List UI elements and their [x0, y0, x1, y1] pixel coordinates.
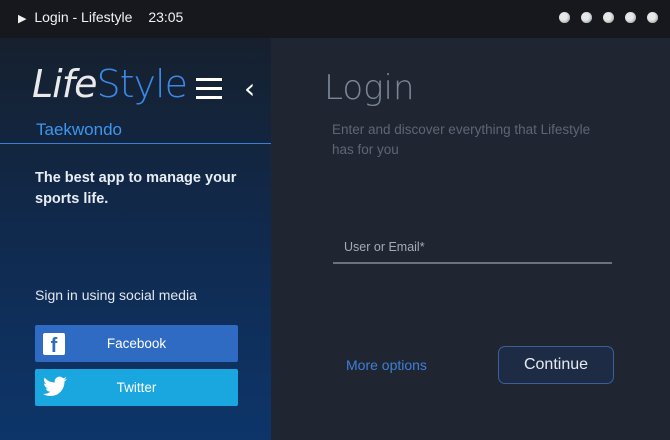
play-icon: ▶	[18, 13, 27, 25]
hamburger-menu-icon[interactable]	[196, 78, 222, 105]
divider	[0, 143, 271, 144]
continue-button[interactable]: Continue	[498, 346, 614, 384]
sport-subtitle: Taekwondo	[36, 120, 123, 139]
window-dot-icon[interactable]	[581, 12, 592, 23]
login-title: Login	[324, 68, 415, 108]
facebook-label: Facebook	[106, 336, 167, 351]
window-dot-icon[interactable]	[603, 12, 614, 23]
window-dot-icon[interactable]	[559, 12, 570, 23]
window-dot-icon[interactable]	[625, 12, 636, 23]
title-bar: ▶ Login - Lifestyle 23:05	[0, 0, 670, 38]
login-panel: Login Enter and discover everything that…	[271, 38, 670, 440]
login-description: Enter and discover everything that Lifes…	[332, 122, 591, 157]
window-controls	[559, 12, 658, 23]
sidebar: LifeStyle ‹ Taekwondo The best app to ma…	[0, 38, 271, 440]
window-title: ▶ Login - Lifestyle 23:05	[18, 9, 183, 25]
back-chevron-icon[interactable]: ‹	[244, 72, 255, 105]
app-logo: LifeStyle	[32, 62, 188, 106]
twitter-label: Twitter	[116, 380, 157, 395]
window-dot-icon[interactable]	[647, 12, 658, 23]
twitter-button[interactable]: Twitter	[35, 369, 238, 406]
logo-life: Life	[32, 62, 97, 106]
window-title-text: Login - Lifestyle	[34, 9, 133, 25]
more-options-link[interactable]: More options	[346, 357, 427, 373]
user-email-input[interactable]	[333, 232, 612, 264]
facebook-button[interactable]: f Facebook	[35, 325, 238, 362]
tagline: The best app to manage your sports life.	[35, 170, 237, 207]
clock: 23:05	[148, 9, 184, 25]
logo-style: Style	[96, 62, 188, 106]
social-signin-label: Sign in using social media	[35, 287, 197, 303]
